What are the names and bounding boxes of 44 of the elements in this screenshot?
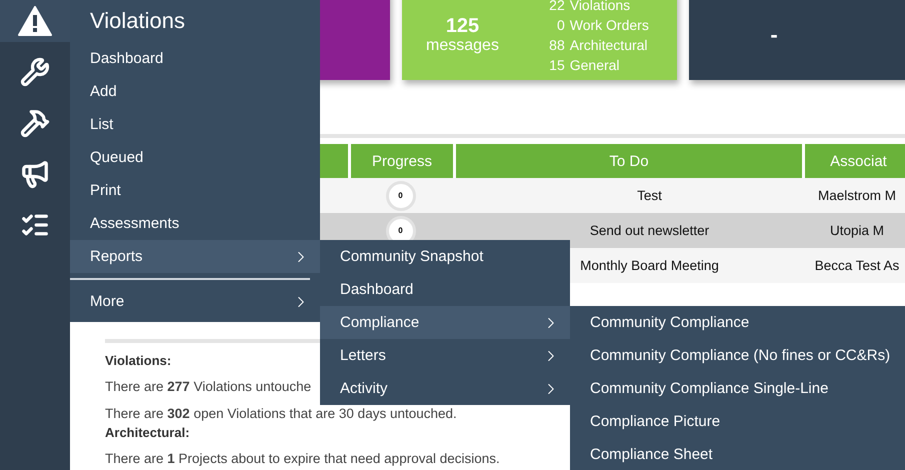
table-cell: Becca Test As — [802, 248, 905, 283]
hammer-icon — [20, 108, 50, 138]
category-count: 15 — [548, 56, 565, 75]
summary-text: There are 277 Violations untouche — [105, 379, 312, 395]
table-cell: Maelstrom M — [802, 178, 905, 213]
menu-item[interactable]: Dashboard — [70, 42, 320, 75]
menu-item[interactable]: Print — [70, 174, 320, 207]
category-label: Architectural — [570, 36, 649, 55]
megaphone-icon — [20, 159, 50, 189]
menu-item[interactable]: Community Compliance — [570, 306, 905, 339]
summary-text: There are 1 Projects about to expire that need approval decisions. — [105, 451, 500, 467]
card-value: - — [770, 22, 778, 48]
section-heading: Architectural: — [105, 425, 190, 440]
wrench-icon — [20, 57, 50, 87]
table-cell: Test — [453, 178, 802, 213]
menu-item[interactable]: Community Compliance (No fines or CC&Rs) — [570, 339, 905, 372]
warning-icon — [18, 6, 52, 36]
section-heading: Violations: — [105, 353, 172, 368]
menu-item[interactable]: Compliance — [320, 306, 570, 339]
menu-item[interactable]: Assessments — [70, 207, 320, 240]
table-cell: Send out newsletter — [453, 213, 802, 248]
menu-item[interactable]: Compliance Picture — [570, 405, 905, 438]
category-count: 22 — [548, 0, 565, 15]
category-count: 0 — [556, 16, 565, 35]
menu-item[interactable]: Add — [70, 75, 320, 108]
menu-title: Violations — [89, 7, 186, 35]
menu-item[interactable]: Letters — [320, 339, 570, 372]
category-label: General — [570, 56, 621, 75]
menu-item[interactable]: More — [70, 285, 320, 318]
table-cell: Utopia M — [802, 213, 905, 248]
sidebar-tab[interactable] — [0, 0, 70, 42]
message-count: 125 — [446, 15, 480, 37]
summary-text: There are 302 open Violations that are 30 days untouched. — [105, 406, 457, 422]
count-label: messages — [426, 37, 499, 55]
category-label: Violations — [570, 0, 632, 15]
progress-ring: 0 — [386, 180, 416, 210]
menu-item[interactable]: Queued — [70, 141, 320, 174]
menu-item[interactable]: Compliance Sheet — [570, 438, 905, 470]
menu-item[interactable]: Activity — [320, 372, 570, 405]
menu-item[interactable]: Community Compliance Single-Line — [570, 372, 905, 405]
category-label: Work Orders — [570, 16, 650, 35]
category-count: 88 — [548, 36, 565, 55]
menu-item[interactable]: List — [70, 108, 320, 141]
menu-item[interactable]: Reports — [70, 240, 320, 273]
